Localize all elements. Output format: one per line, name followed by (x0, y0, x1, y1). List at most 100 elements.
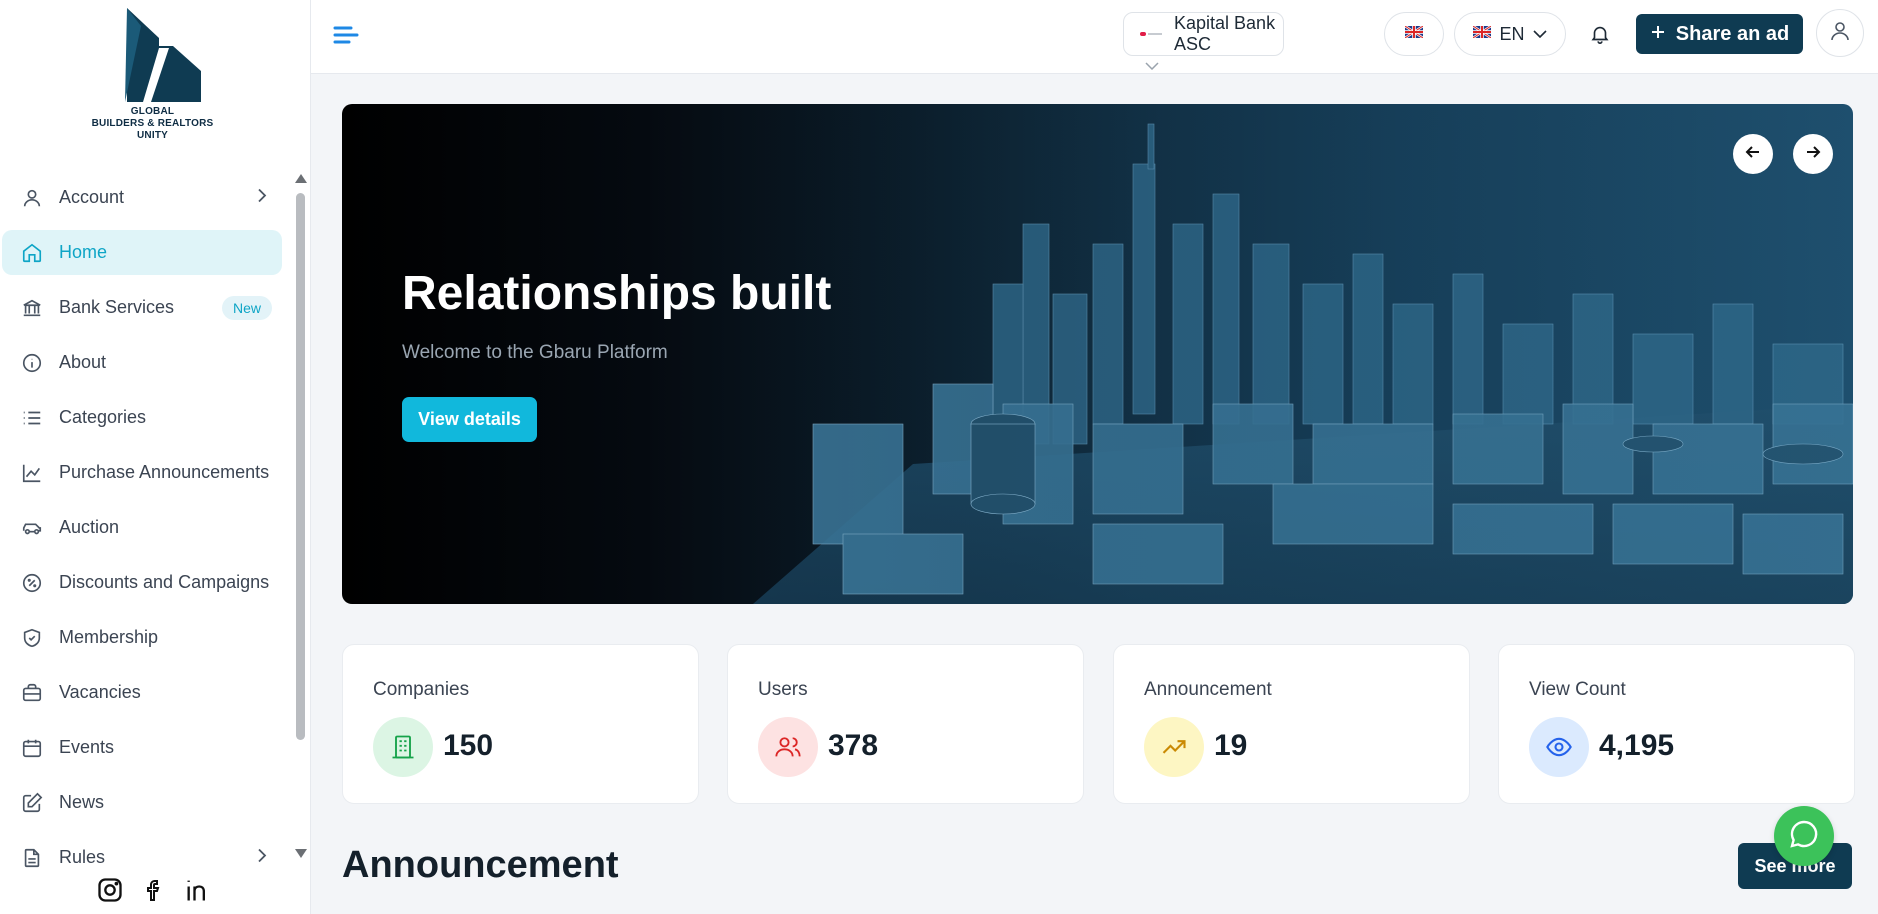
stat-card-users: Users 378 (727, 644, 1084, 804)
logo-line-1: GLOBAL (130, 106, 175, 117)
sidebar-nav: Account Home Bank Services New About Cat… (0, 170, 290, 885)
logo-line-3: UNITY (137, 130, 168, 141)
shield-check-icon (20, 626, 44, 650)
calendar-icon (20, 736, 44, 760)
stat-value: 378 (828, 729, 879, 762)
sidebar-item-label: Home (59, 242, 108, 262)
menu-toggle-icon[interactable] (331, 20, 361, 50)
chevron-right-icon (256, 188, 268, 207)
discount-icon (20, 571, 44, 595)
stat-card-companies: Companies 150 (342, 644, 699, 804)
stat-title: Users (758, 679, 808, 700)
sidebar-item-about[interactable]: About (2, 335, 288, 390)
stat-value: 150 (443, 729, 494, 762)
user-icon (20, 186, 44, 210)
language-select[interactable]: EN (1454, 12, 1566, 56)
uk-flag-icon (1404, 25, 1424, 43)
sidebar-item-label: Events (59, 737, 115, 757)
sidebar-item-categories[interactable]: Categories (2, 390, 288, 445)
announcement-section-title: Announcement (342, 844, 619, 886)
sidebar-item-membership[interactable]: Membership (2, 610, 288, 665)
logo-line-2: BUILDERS & REALTORS (91, 118, 214, 129)
sidebar-item-home[interactable]: Home (2, 230, 282, 275)
sidebar-item-label: Vacancies (59, 682, 141, 702)
trending-up-icon (1144, 717, 1204, 777)
sidebar-item-label: Rules (59, 847, 106, 867)
carousel-next-button[interactable] (1793, 134, 1833, 174)
sidebar-item-account[interactable]: Account (2, 170, 288, 225)
stat-title: Companies (373, 679, 470, 700)
hero-subtitle: Welcome to the Gbaru Platform (402, 342, 668, 363)
sidebar-item-label: Purchase Announcements (59, 462, 270, 482)
chart-line-icon (20, 461, 44, 485)
car-icon (20, 516, 44, 540)
logo-mark-icon (124, 8, 201, 102)
chevron-right-icon (256, 848, 268, 867)
top-header: Kapital Bank ASC EN Share an ad (311, 0, 1878, 74)
scroll-down-arrow[interactable] (295, 849, 307, 858)
sidebar-item-news[interactable]: News (2, 775, 288, 830)
scroll-up-arrow[interactable] (295, 174, 307, 183)
logo[interactable]: GLOBAL BUILDERS & REALTORS UNITY (80, 6, 225, 156)
chat-button[interactable] (1774, 806, 1834, 866)
stat-value: 19 (1214, 729, 1248, 762)
social-links (96, 876, 212, 909)
stat-card-view-count: View Count 4,195 (1498, 644, 1855, 804)
bank-icon (20, 296, 44, 320)
info-icon (20, 351, 44, 375)
home-icon (20, 241, 44, 265)
sidebar-item-events[interactable]: Events (2, 720, 288, 775)
stat-title: Announcement (1144, 679, 1272, 700)
stat-title: View Count (1529, 679, 1626, 700)
sidebar-scrollbar[interactable] (296, 193, 305, 740)
sidebar-item-vacancies[interactable]: Vacancies (2, 665, 288, 720)
hero-carousel: Relationships built Welcome to the Gbaru… (342, 104, 1853, 604)
user-icon (1828, 19, 1852, 48)
view-details-button[interactable]: View details (402, 397, 537, 442)
sidebar-item-auction[interactable]: Auction (2, 500, 288, 555)
sidebar-item-purchase-announcements[interactable]: Purchase Announcements (2, 445, 288, 500)
uk-flag-icon (1472, 25, 1493, 43)
sidebar-item-discounts[interactable]: Discounts and Campaigns (2, 555, 288, 610)
sidebar-item-label: Membership (59, 627, 159, 647)
stat-value: 4,195 (1599, 729, 1675, 762)
chevron-down-icon (1532, 25, 1547, 43)
chevron-down-icon[interactable] (1145, 57, 1159, 75)
bank-select-value: Kapital Bank ASC (1174, 13, 1276, 54)
linkedin-icon[interactable] (184, 876, 212, 909)
profile-avatar[interactable] (1816, 9, 1864, 57)
new-badge: New (221, 295, 272, 320)
edit-icon (20, 791, 44, 815)
bank-logo-icon (1140, 30, 1162, 38)
arrow-right-icon (1804, 143, 1822, 166)
sidebar-item-label: Discounts and Campaigns (59, 572, 270, 592)
instagram-icon[interactable] (96, 876, 124, 909)
language-value: EN (1499, 23, 1525, 44)
hero-title: Relationships built (402, 267, 832, 320)
share-ad-button[interactable]: Share an ad (1636, 14, 1803, 54)
sidebar-item-label: Categories (59, 407, 147, 427)
briefcase-icon (20, 681, 44, 705)
chat-bubble-icon (1788, 818, 1820, 855)
carousel-prev-button[interactable] (1733, 134, 1773, 174)
bell-icon[interactable] (1589, 22, 1611, 51)
sidebar-item-label: Auction (59, 517, 120, 537)
city-skyline-image (753, 104, 1853, 604)
document-icon (20, 846, 44, 870)
sidebar-item-label: About (59, 352, 107, 372)
sidebar-item-label: News (59, 792, 105, 812)
share-ad-label: Share an ad (1675, 22, 1790, 45)
sidebar-item-label: Account (59, 187, 125, 207)
sidebar-item-bank-services[interactable]: Bank Services New (2, 280, 288, 335)
plus-icon (1650, 23, 1666, 46)
list-icon (20, 406, 44, 430)
building-icon (373, 717, 433, 777)
users-icon (758, 717, 818, 777)
bank-select[interactable]: Kapital Bank ASC (1123, 12, 1284, 56)
sidebar: GLOBAL BUILDERS & REALTORS UNITY Account… (0, 0, 311, 914)
stat-card-announcement: Announcement 19 (1113, 644, 1470, 804)
eye-icon (1529, 717, 1589, 777)
arrow-left-icon (1744, 143, 1762, 166)
facebook-icon[interactable] (142, 876, 166, 909)
flag-button[interactable] (1384, 12, 1444, 56)
